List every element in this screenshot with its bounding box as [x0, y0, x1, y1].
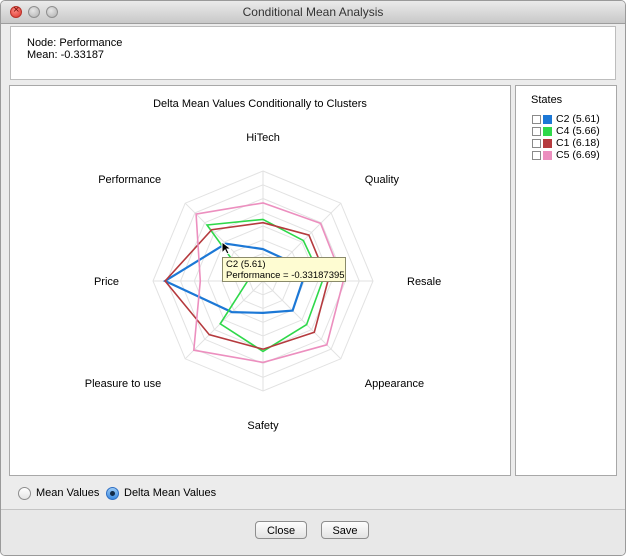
states-legend-panel: States C2 (5.61) C4 (5.66) C1 (6.18) C5 … [515, 85, 617, 476]
axis-label-price: Price [94, 276, 119, 288]
states-title: States [531, 94, 563, 106]
state-item-c5[interactable]: C5 (6.69) [532, 149, 612, 161]
mean-values-radio[interactable] [18, 487, 31, 500]
state-label: C4 (5.66) [556, 125, 600, 137]
state-label: C5 (6.69) [556, 149, 600, 161]
state-item-c1[interactable]: C1 (6.18) [532, 137, 612, 149]
state-checkbox[interactable] [532, 139, 541, 148]
axis-label-hitech: HiTech [246, 132, 280, 144]
tooltip-value: Performance = -0.33187395 [226, 270, 345, 281]
state-item-c4[interactable]: C4 (5.66) [532, 125, 612, 137]
close-button[interactable]: Close [255, 521, 307, 539]
mean-label: Mean: -0.33187 [27, 49, 105, 61]
state-checkbox[interactable] [532, 127, 541, 136]
axis-label-performance: Performance [98, 174, 161, 186]
title-bar: Conditional Mean Analysis [1, 1, 625, 24]
axis-label-resale: Resale [407, 276, 441, 288]
axis-label-quality: Quality [365, 174, 400, 186]
axis-label-pleasure-to-use: Pleasure to use [85, 378, 161, 390]
chart-tooltip: C2 (5.61) Performance = -0.33187395 [222, 257, 346, 282]
state-item-c2[interactable]: C2 (5.61) [532, 113, 612, 125]
state-checkbox[interactable] [532, 115, 541, 124]
state-swatch [543, 139, 552, 148]
state-label: C2 (5.61) [556, 113, 600, 125]
state-checkbox[interactable] [532, 151, 541, 160]
state-swatch [543, 127, 552, 136]
axis-label-safety: Safety [247, 420, 279, 432]
chart-title: Delta Mean Values Conditionally to Clust… [153, 98, 367, 110]
delta-mean-values-label: Delta Mean Values [124, 487, 217, 499]
window-title: Conditional Mean Analysis [242, 5, 384, 19]
axis-label-appearance: Appearance [365, 378, 424, 390]
mouse-cursor-icon [221, 241, 231, 255]
tooltip-series: C2 (5.61) [226, 259, 266, 270]
delta-mean-values-radio[interactable] [106, 487, 119, 500]
state-swatch [543, 115, 552, 124]
button-bar: Close Save [1, 509, 625, 555]
mean-values-label: Mean Values [36, 487, 100, 499]
conditional-mean-window: Conditional Mean Analysis Node: Performa… [0, 0, 626, 556]
state-label: C1 (6.18) [556, 137, 600, 149]
save-button[interactable]: Save [321, 521, 369, 539]
info-panel: Node: Performance Mean: -0.33187 [10, 26, 616, 80]
node-label: Node: Performance [27, 37, 123, 49]
state-swatch [543, 151, 552, 160]
